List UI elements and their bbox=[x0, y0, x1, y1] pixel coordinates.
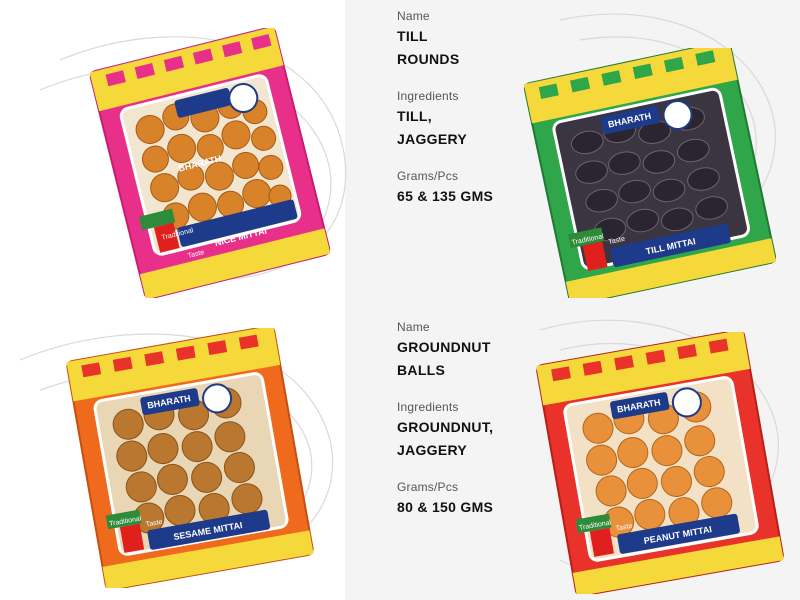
till-mittai-packet-image: BHARATH TILL MITTAI Traditional Taste bbox=[515, 48, 785, 298]
sesame-mittai-packet-image: BHARATH SESAME MITTAI Traditional Taste bbox=[55, 328, 325, 588]
nice-mittai-packet-image: BHARATH NICE MITTAI Traditional Taste bbox=[80, 28, 340, 298]
product-page: Name TILL ROUNDS Ingredients TILL, JAGGE… bbox=[0, 0, 800, 600]
peanut-mittai-packet-image: BHARATH PEANUT MITTAI Traditional Taste bbox=[525, 332, 795, 594]
name-label: Name bbox=[397, 9, 430, 23]
